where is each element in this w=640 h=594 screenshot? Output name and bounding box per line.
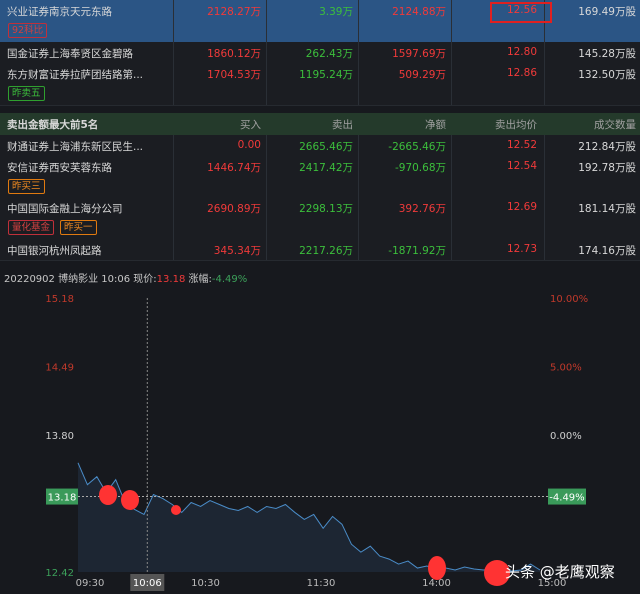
cell-vol: 181.14万股 bbox=[578, 203, 636, 215]
broker-row[interactable]: 中国银河杭州凤起路 345.34万 2217.26万 -1871.92万 12.73 17… bbox=[0, 239, 640, 261]
cell-sell: 2298.13万 bbox=[299, 203, 353, 215]
x-tick-label: 11:30 bbox=[307, 578, 336, 589]
cell-avg: 12.52 bbox=[506, 139, 537, 151]
cell-avg: 12.80 bbox=[506, 46, 537, 58]
cell-name: 安信证券西安芙蓉东路 bbox=[7, 162, 112, 174]
cell-name: 财通证券上海浦东新区民生... bbox=[7, 141, 144, 153]
cell-vol: 174.16万股 bbox=[578, 245, 636, 257]
cell-vol: 169.49万股 bbox=[578, 6, 636, 18]
broker-tag: 昨买三 bbox=[8, 179, 45, 194]
cursor-price: 13.18 bbox=[48, 493, 77, 504]
cell-net: 2124.88万 bbox=[392, 6, 446, 18]
cell-name: 兴业证券南京天元东路 bbox=[7, 6, 112, 18]
quote-info: 20220902 博纳影业 10:06 现价:13.18 涨幅:-4.49% bbox=[4, 270, 247, 285]
cell-sell: 2665.46万 bbox=[299, 141, 353, 153]
cell-sell: 1195.24万 bbox=[299, 69, 353, 81]
cell-name: 中国国际金融上海分公司 bbox=[7, 203, 123, 215]
broker-row[interactable]: 兴业证券南京天元东路 2128.27万 3.39万 2124.88万 12.56 169.… bbox=[0, 0, 640, 43]
cell-name: 中国银河杭州凤起路 bbox=[7, 245, 102, 257]
cell-sell: 2417.42万 bbox=[299, 162, 353, 174]
cell-net: -2665.46万 bbox=[388, 141, 446, 153]
cell-vol: 212.84万股 bbox=[578, 141, 636, 153]
y-tick-label: 14.49 bbox=[45, 363, 74, 374]
header-net: 净额 bbox=[425, 119, 446, 131]
cell-avg: 12.73 bbox=[506, 243, 537, 255]
broker-row[interactable]: 国金证券上海奉贤区金碧路 1860.12万 262.43万 1597.69万 12.80… bbox=[0, 42, 640, 64]
watermark: 头条 @老鹰观察 bbox=[505, 563, 615, 581]
cell-net: -1871.92万 bbox=[388, 245, 446, 257]
x-tick-label: 09:30 bbox=[76, 578, 105, 589]
y-right-tick-label: 5.00% bbox=[550, 363, 582, 374]
header-vol: 成交数量 bbox=[594, 119, 636, 131]
red-marker bbox=[171, 505, 181, 515]
cell-avg: 12.86 bbox=[506, 67, 537, 79]
cell-net: 509.29万 bbox=[398, 69, 446, 81]
red-marker bbox=[121, 490, 139, 510]
y-right-tick-label: 0.00% bbox=[550, 431, 582, 442]
cell-avg: 12.69 bbox=[506, 201, 537, 213]
cell-net: 392.76万 bbox=[398, 203, 446, 215]
cell-name: 国金证券上海奉贤区金碧路 bbox=[7, 48, 133, 60]
cell-name: 东方财富证券拉萨团结路第... bbox=[7, 69, 144, 81]
broker-row[interactable]: 财通证券上海浦东新区民生... 0.00 2665.46万 -2665.46万 12.5… bbox=[0, 135, 640, 157]
cell-buy: 345.34万 bbox=[213, 245, 261, 257]
cell-sell: 3.39万 bbox=[319, 6, 353, 18]
cell-buy: 0.00 bbox=[237, 139, 261, 151]
x-tick-label: 10:30 bbox=[191, 578, 220, 589]
cell-buy: 2128.27万 bbox=[207, 6, 261, 18]
cell-vol: 192.78万股 bbox=[578, 162, 636, 174]
y-tick-label: 12.42 bbox=[45, 568, 74, 579]
highlight-box bbox=[490, 2, 552, 23]
cell-avg: 12.54 bbox=[506, 160, 537, 172]
cell-buy: 1446.74万 bbox=[207, 162, 261, 174]
cursor-time: 10:06 bbox=[133, 578, 162, 589]
cell-buy: 1704.53万 bbox=[207, 69, 261, 81]
broker-tag: 量化基金 bbox=[8, 220, 55, 235]
header-buy: 买入 bbox=[240, 119, 261, 131]
cell-buy: 1860.12万 bbox=[207, 48, 261, 60]
y-tick-label: 15.18 bbox=[45, 294, 74, 305]
broker-row[interactable]: 安信证券西安芙蓉东路 1446.74万 2417.42万 -970.68万 12.54 1… bbox=[0, 156, 640, 198]
cell-sell: 262.43万 bbox=[305, 48, 353, 60]
cell-vol: 132.50万股 bbox=[578, 69, 636, 81]
broker-tag: 昨卖五 bbox=[8, 86, 45, 101]
broker-row[interactable]: 东方财富证券拉萨团结路第... 1704.53万 1195.24万 509.29万 12… bbox=[0, 63, 640, 106]
sell-header: 卖出金额最大前5名 买入 卖出 净额 卖出均价 成交数量 bbox=[0, 113, 640, 136]
cell-buy: 2690.89万 bbox=[207, 203, 261, 215]
broker-tag: 昨买一 bbox=[60, 220, 97, 235]
header-sell: 卖出 bbox=[332, 119, 353, 131]
y-tick-label: 13.80 bbox=[45, 431, 74, 442]
header-avg: 卖出均价 bbox=[495, 119, 537, 131]
intraday-chart[interactable]: 15.18 14.49 13.80 12.42 10.00% 5.00% 0.00% 13.1… bbox=[0, 284, 640, 594]
cell-vol: 145.28万股 bbox=[578, 48, 636, 60]
broker-row[interactable]: 中国国际金融上海分公司 2690.89万 2298.13万 392.76万 12.69 1… bbox=[0, 197, 640, 240]
cell-net: -970.68万 bbox=[394, 162, 446, 174]
cell-sell: 2217.26万 bbox=[299, 245, 353, 257]
header-title: 卖出金额最大前5名 bbox=[7, 119, 99, 131]
red-marker bbox=[99, 485, 117, 505]
broker-tag: 92科比 bbox=[8, 23, 48, 38]
y-right-tick-label: 10.00% bbox=[550, 294, 588, 305]
red-marker bbox=[428, 556, 446, 580]
cursor-pct: -4.49% bbox=[549, 493, 584, 504]
cell-net: 1597.69万 bbox=[392, 48, 446, 60]
